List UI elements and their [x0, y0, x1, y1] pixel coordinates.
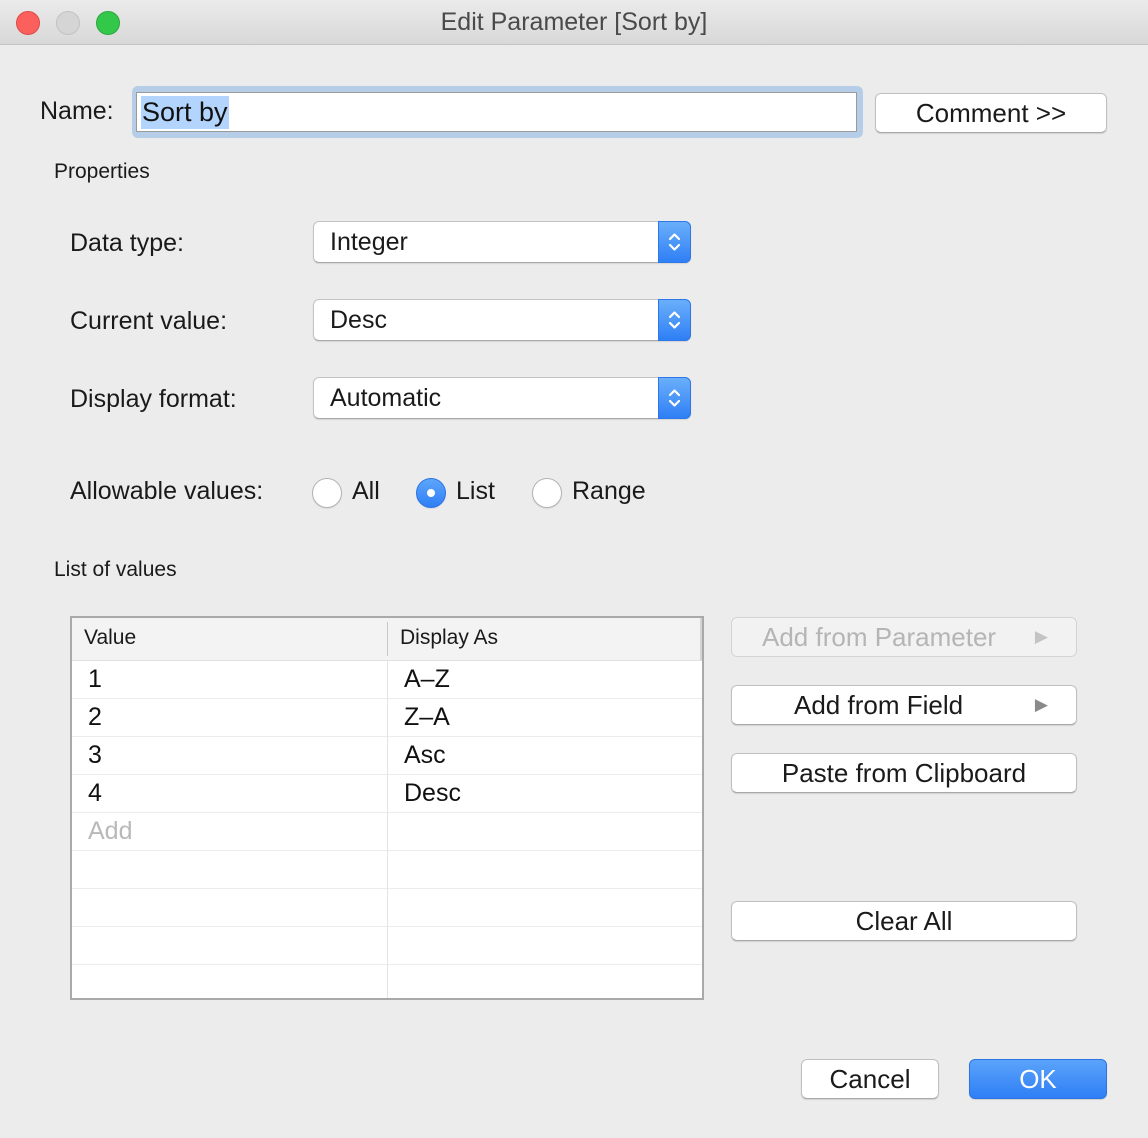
cell-value[interactable]: 3: [88, 736, 102, 774]
cell-display-as[interactable]: Asc: [404, 736, 446, 774]
radio-list-label[interactable]: List: [456, 477, 495, 506]
empty-row: [72, 926, 702, 965]
name-field[interactable]: [136, 92, 857, 132]
add-row[interactable]: Add: [72, 812, 702, 851]
radio-range-label[interactable]: Range: [572, 477, 646, 506]
cell-divider: [387, 698, 388, 736]
data-type-value: Integer: [330, 228, 408, 256]
edit-parameter-dialog: Edit Parameter [Sort by] Name: Sort by C…: [0, 0, 1148, 1138]
clear-all-button[interactable]: Clear All: [731, 901, 1077, 941]
cell-divider: [387, 850, 388, 888]
cell-value[interactable]: 4: [88, 774, 102, 812]
cell-display-as[interactable]: Z–A: [404, 698, 450, 736]
radio-all-label[interactable]: All: [352, 477, 380, 506]
table-header: Value Display As: [72, 618, 702, 661]
column-header-display-as[interactable]: Display As: [400, 618, 498, 658]
header-edge: [700, 618, 702, 660]
ok-button[interactable]: OK: [969, 1059, 1107, 1099]
list-of-values-section-label: List of values: [54, 558, 177, 581]
current-value-select[interactable]: Desc: [313, 299, 691, 341]
cell-divider: [387, 736, 388, 774]
cell-divider: [387, 774, 388, 812]
cell-divider: [387, 926, 388, 964]
add-from-parameter-label: Add from Parameter: [762, 622, 997, 652]
radio-list[interactable]: [416, 478, 446, 508]
cancel-button[interactable]: Cancel: [801, 1059, 939, 1099]
add-from-field-button[interactable]: Add from Field ▶: [731, 685, 1077, 725]
cell-value[interactable]: 2: [88, 698, 102, 736]
table-row[interactable]: 3 Asc: [72, 736, 702, 775]
add-from-parameter-button[interactable]: Add from Parameter ▶: [731, 617, 1077, 657]
properties-section-label: Properties: [54, 160, 150, 183]
cell-divider: [387, 888, 388, 926]
cell-value[interactable]: 1: [88, 660, 102, 698]
values-table[interactable]: Value Display As 1 A–Z 2 Z–A 3 Asc 4 Des…: [70, 616, 704, 1000]
empty-row: [72, 850, 702, 889]
current-value-value: Desc: [330, 306, 387, 334]
name-label: Name:: [40, 97, 114, 125]
name-field-value[interactable]: Sort by: [141, 96, 229, 129]
triangle-right-icon: ▶: [1034, 627, 1048, 646]
window-title: Edit Parameter [Sort by]: [440, 8, 708, 36]
table-row[interactable]: 4 Desc: [72, 774, 702, 813]
cell-divider: [387, 964, 388, 998]
table-row[interactable]: 2 Z–A: [72, 698, 702, 737]
title-bar[interactable]: Edit Parameter [Sort by]: [0, 0, 1148, 45]
empty-row: [72, 888, 702, 927]
data-type-select[interactable]: Integer: [313, 221, 691, 263]
cell-display-as[interactable]: Desc: [404, 774, 461, 812]
column-divider[interactable]: [387, 622, 388, 656]
up-down-chevron-icon: [658, 221, 691, 263]
cell-display-as[interactable]: A–Z: [404, 660, 450, 698]
cell-divider: [387, 812, 388, 850]
column-header-value[interactable]: Value: [84, 618, 136, 658]
display-format-select[interactable]: Automatic: [313, 377, 691, 419]
current-value-label: Current value:: [70, 307, 228, 335]
up-down-chevron-icon: [658, 377, 691, 419]
display-format-value: Automatic: [330, 384, 442, 412]
display-format-label: Display format:: [70, 385, 237, 413]
table-row[interactable]: 1 A–Z: [72, 660, 702, 699]
cell-divider: [387, 660, 388, 698]
empty-row: [72, 964, 702, 998]
radio-all[interactable]: [312, 478, 342, 508]
add-placeholder[interactable]: Add: [88, 812, 132, 850]
allowable-values-label: Allowable values:: [70, 477, 264, 505]
add-from-field-label: Add from Field: [794, 690, 964, 720]
radio-range[interactable]: [532, 478, 562, 508]
data-type-label: Data type:: [70, 229, 184, 257]
paste-from-clipboard-button[interactable]: Paste from Clipboard: [731, 753, 1077, 793]
triangle-right-icon: ▶: [1034, 695, 1048, 714]
comment-button[interactable]: Comment >>: [875, 93, 1107, 133]
up-down-chevron-icon: [658, 299, 691, 341]
